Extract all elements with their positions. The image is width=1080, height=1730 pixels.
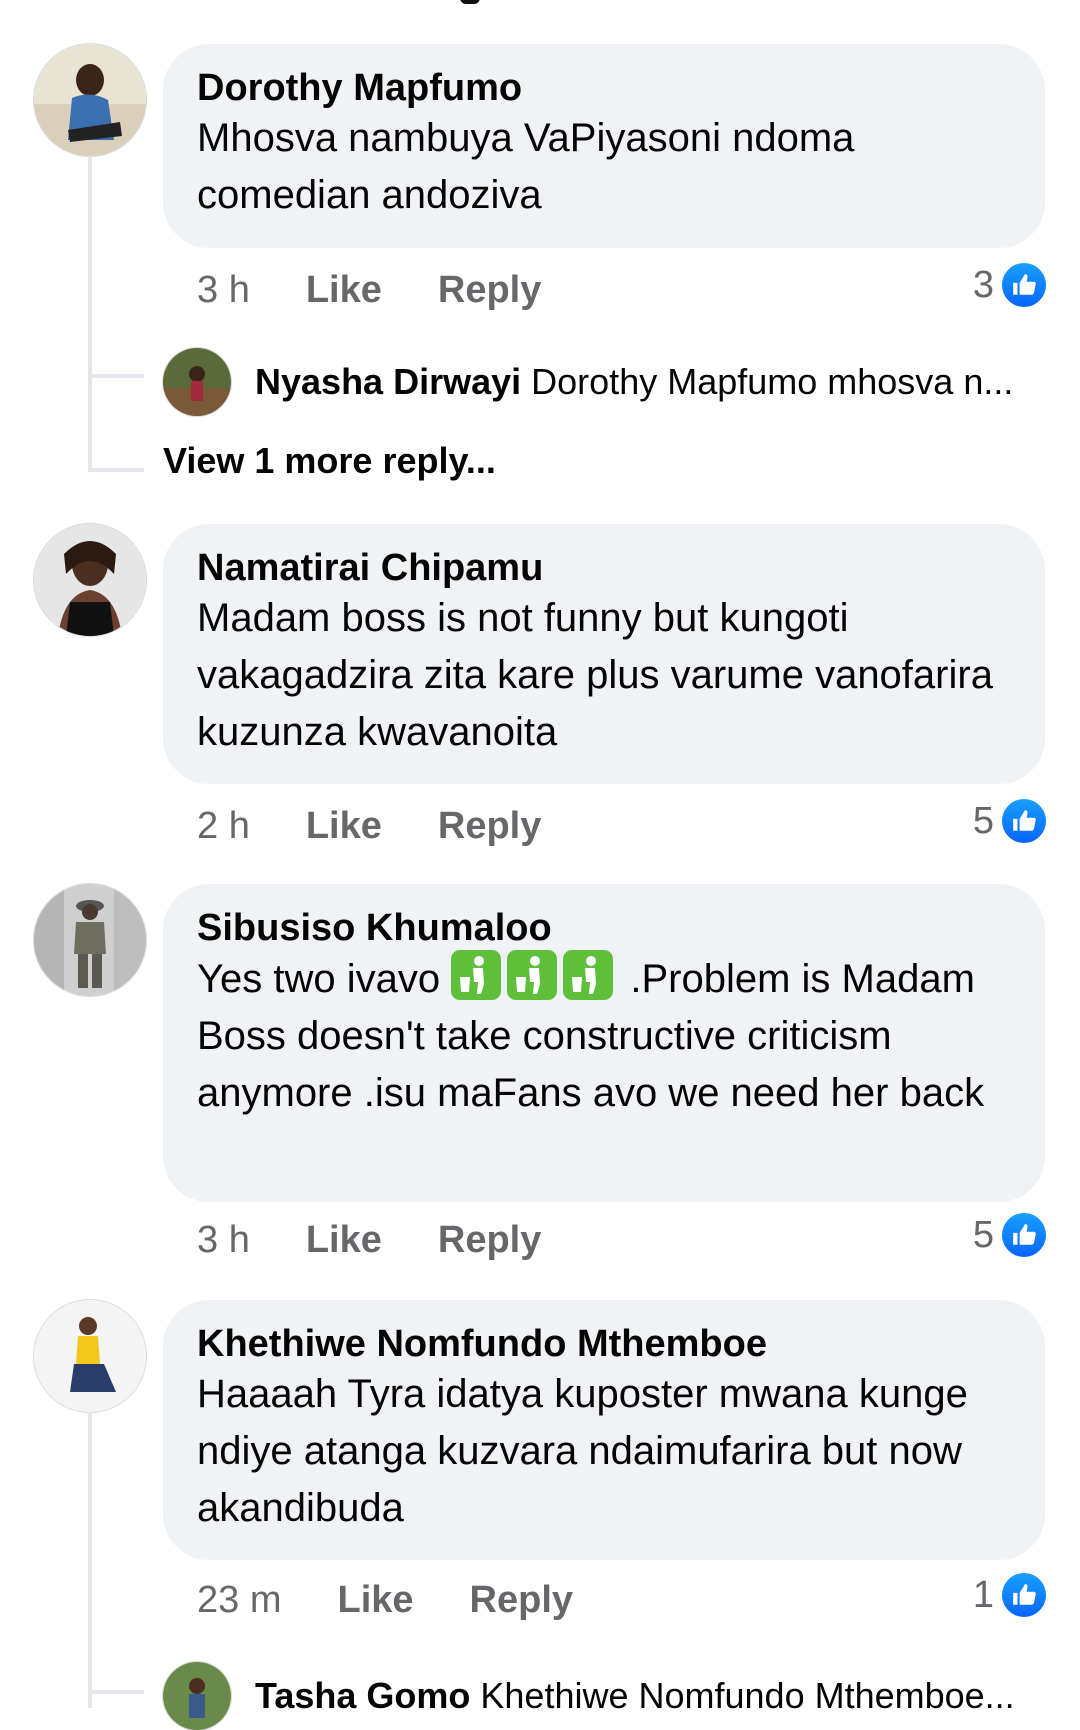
thumbs-up-icon	[1002, 799, 1046, 843]
like-button[interactable]: Like	[337, 1579, 413, 1622]
comment-text: Mhosva nambuya VaPiyasoni ndoma comedian…	[197, 116, 855, 217]
reply-button[interactable]: Reply	[438, 269, 541, 312]
like-count: 3	[972, 263, 994, 306]
profile-photo	[34, 884, 146, 996]
comment-bubble: Sibusiso Khumaloo Yes two ivavo .Problem…	[163, 884, 1045, 1202]
comment-text: Yes two ivavo .Problem is Madam Boss doe…	[197, 950, 1011, 1122]
avatar-sibusiso[interactable]	[34, 884, 146, 996]
avatar-dorothy[interactable]	[34, 44, 146, 156]
thread-connector	[88, 374, 144, 378]
comment-time[interactable]: 23 m	[197, 1579, 281, 1622]
profile-photo	[34, 524, 146, 636]
cropped-top-element	[460, 0, 480, 4]
thread-connector	[88, 1690, 144, 1694]
comment-text: Madam boss is not funny but kungoti vaka…	[197, 596, 993, 754]
avatar-khethiwe[interactable]	[34, 1300, 146, 1412]
like-button[interactable]: Like	[306, 1219, 382, 1262]
litter-in-bin-emoji	[451, 950, 630, 1001]
reply-author[interactable]: Nyasha Dirwayi	[255, 361, 521, 402]
comment-author[interactable]: Sibusiso Khumaloo	[197, 906, 1011, 950]
thread-line	[88, 380, 92, 470]
thread-line	[88, 1412, 92, 1708]
comment-author[interactable]: Dorothy Mapfumo	[197, 66, 1011, 110]
comment-author[interactable]: Khethiwe Nomfundo Mthemboe	[197, 1322, 1011, 1366]
profile-photo	[163, 348, 231, 416]
like-count: 5	[972, 799, 994, 842]
comment-actions: 3 h Like Reply	[197, 268, 541, 312]
reaction-count[interactable]: 5	[973, 1212, 1046, 1258]
comment-actions: 3 h Like Reply	[197, 1218, 541, 1262]
reaction-count[interactable]: 3	[973, 262, 1046, 308]
reply-snippet: Dorothy Mapfumo mhosva n...	[531, 361, 1014, 402]
reaction-count[interactable]: 5	[973, 798, 1046, 844]
avatar-namatirai[interactable]	[34, 524, 146, 636]
reply-author[interactable]: Tasha Gomo	[255, 1675, 470, 1716]
reply-snippet: Khethiwe Nomfundo Mthemboe...	[480, 1675, 1015, 1716]
thread-connector	[88, 468, 144, 472]
reply-preview[interactable]: Nyasha Dirwayi Dorothy Mapfumo mhosva n.…	[255, 356, 1013, 408]
like-count: 1	[972, 1573, 994, 1616]
comment-time[interactable]: 2 h	[197, 805, 250, 848]
comment-bubble: Namatirai Chipamu Madam boss is not funn…	[163, 524, 1045, 784]
like-count: 5	[972, 1213, 994, 1256]
comment-text-start: Yes two ivavo	[197, 957, 441, 1001]
comment-actions: 23 m Like Reply	[197, 1578, 573, 1622]
comment-author[interactable]: Namatirai Chipamu	[197, 546, 1011, 590]
reaction-count[interactable]: 1	[973, 1572, 1046, 1618]
reply-button[interactable]: Reply	[438, 1219, 541, 1262]
view-more-replies-link[interactable]: View 1 more reply...	[163, 440, 496, 482]
comment-text: Haaaah Tyra idatya kuposter mwana kunge …	[197, 1372, 968, 1530]
reply-preview[interactable]: Tasha Gomo Khethiwe Nomfundo Mthemboe...	[255, 1670, 1015, 1722]
comment-bubble: Khethiwe Nomfundo Mthemboe Haaaah Tyra i…	[163, 1300, 1045, 1560]
thumbs-up-icon	[1002, 1573, 1046, 1617]
like-button[interactable]: Like	[306, 269, 382, 312]
profile-photo	[34, 1300, 146, 1412]
thumbs-up-icon	[1002, 263, 1046, 307]
comment-bubble: Dorothy Mapfumo Mhosva nambuya VaPiyason…	[163, 44, 1045, 248]
reply-button[interactable]: Reply	[438, 805, 541, 848]
thumbs-up-icon	[1002, 1213, 1046, 1257]
avatar-nyasha[interactable]	[163, 348, 231, 416]
thread-line	[88, 156, 92, 392]
comment-actions: 2 h Like Reply	[197, 804, 541, 848]
profile-photo	[163, 1662, 231, 1730]
comment-time[interactable]: 3 h	[197, 1219, 250, 1262]
avatar-tasha[interactable]	[163, 1662, 231, 1730]
comment-time[interactable]: 3 h	[197, 269, 250, 312]
profile-photo	[34, 44, 146, 156]
reply-button[interactable]: Reply	[470, 1579, 573, 1622]
like-button[interactable]: Like	[306, 805, 382, 848]
